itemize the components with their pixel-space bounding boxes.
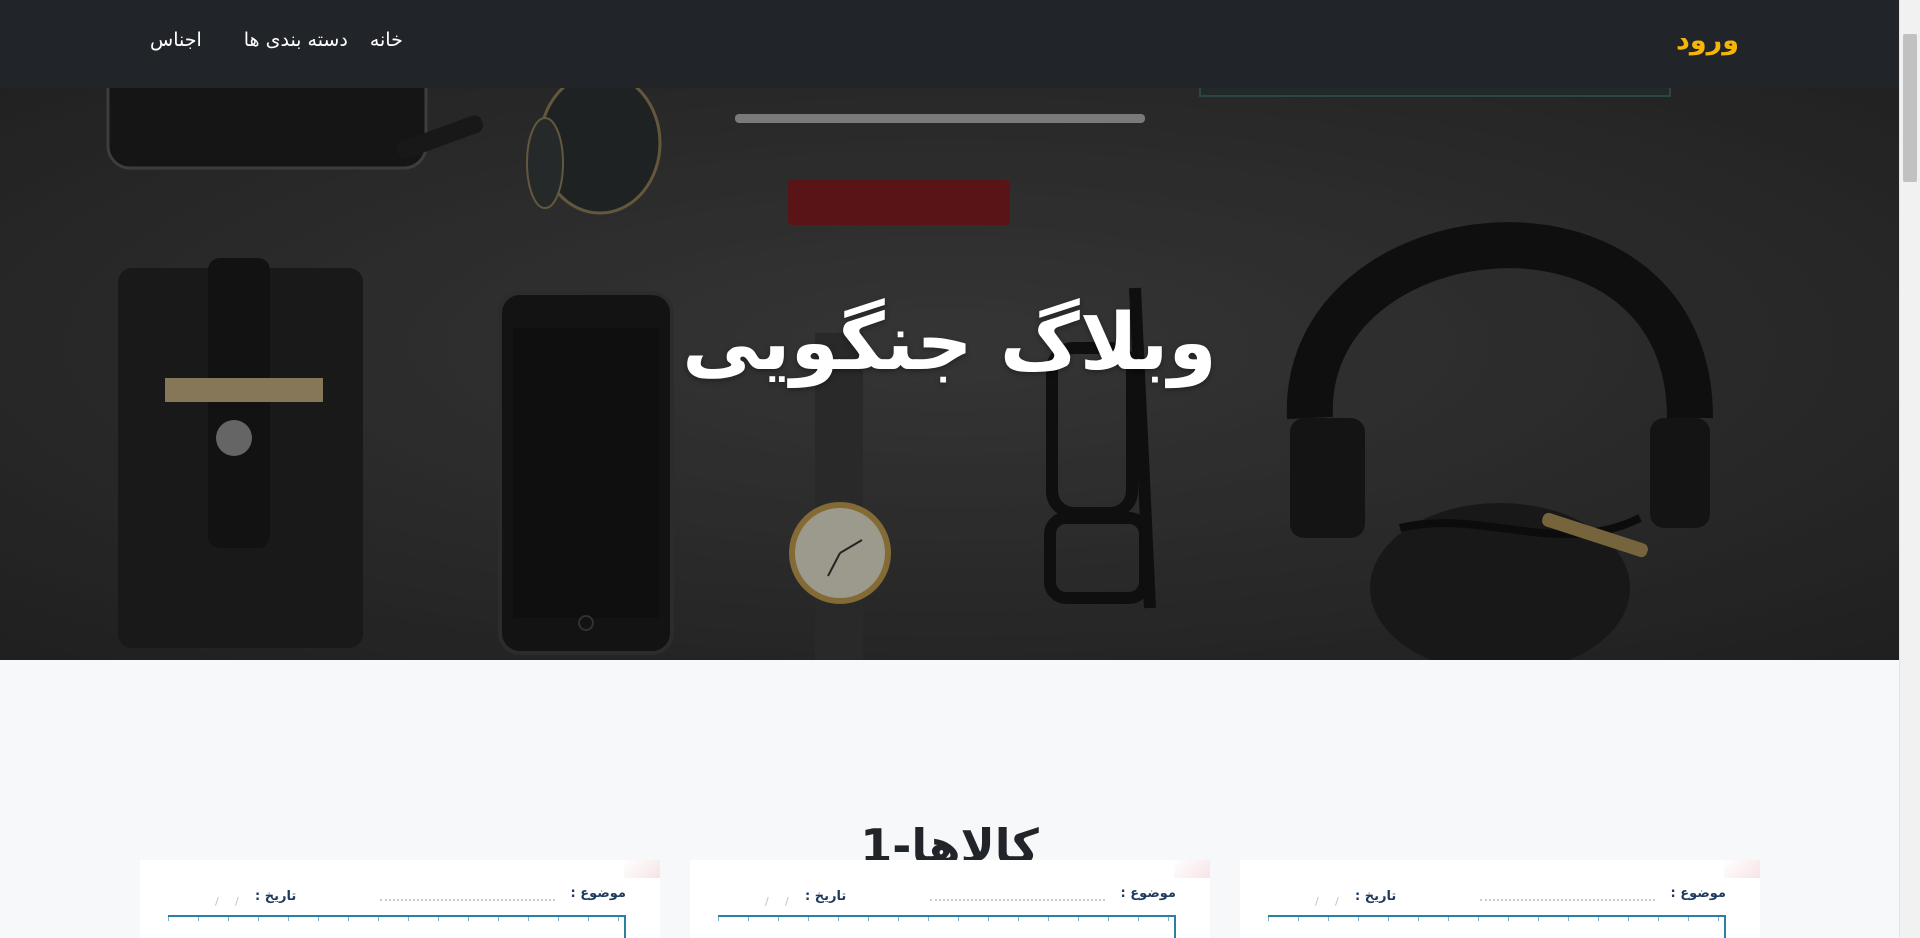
card-corner-decoration <box>1174 860 1210 878</box>
card-date-label: تاریخ : <box>255 889 297 904</box>
product-cards: موضوع : تاریخ : / / موضوع : تاریخ : / / … <box>0 860 1899 938</box>
card-ruler-edge <box>624 915 626 938</box>
date-slash: / <box>785 895 789 908</box>
card-corner-decoration <box>624 860 660 878</box>
card-date-label: تاریخ : <box>1355 889 1397 904</box>
date-slash: / <box>1315 895 1319 908</box>
date-slash: / <box>1335 895 1339 908</box>
product-card[interactable]: موضوع : تاریخ : / / <box>1240 860 1760 938</box>
nav-categories-link[interactable]: دسته بندی ها <box>244 29 348 51</box>
hero-title: وبلاگ جنگویی <box>682 298 1217 389</box>
product-card[interactable]: موضوع : تاریخ : / / <box>140 860 660 938</box>
login-link[interactable]: ورود <box>1676 25 1739 56</box>
card-topic-dotted-line <box>1480 899 1655 901</box>
card-ruler-edge <box>1174 915 1176 938</box>
card-ruler-ticks <box>718 915 1176 921</box>
card-topic-dotted-line <box>930 899 1105 901</box>
card-ruler-edge <box>1724 915 1726 938</box>
date-slash: / <box>215 895 219 908</box>
nav-products-link[interactable]: اجناس <box>150 29 202 51</box>
hero-banner: وبلاگ جنگویی <box>0 88 1899 660</box>
card-topic-dotted-line <box>380 899 555 901</box>
card-corner-decoration <box>1724 860 1760 878</box>
card-topic-label: موضوع : <box>570 886 626 901</box>
top-navbar: ورود خانه دسته بندی ها اجناس <box>0 0 1899 88</box>
nav-home-link[interactable]: خانه <box>370 29 403 51</box>
card-ruler-ticks <box>168 915 626 921</box>
vertical-scrollbar[interactable] <box>1899 0 1920 938</box>
nav-links: خانه دسته بندی ها اجناس <box>150 29 403 51</box>
page: ورود خانه دسته بندی ها اجناس وبلاگ جنگوی… <box>0 0 1899 938</box>
product-card[interactable]: موضوع : تاریخ : / / <box>690 860 1210 938</box>
date-slash: / <box>765 895 769 908</box>
card-ruler-ticks <box>1268 915 1726 921</box>
date-slash: / <box>235 895 239 908</box>
scrollbar-thumb[interactable] <box>1903 34 1917 182</box>
card-topic-label: موضوع : <box>1670 886 1726 901</box>
card-topic-label: موضوع : <box>1120 886 1176 901</box>
card-date-label: تاریخ : <box>805 889 847 904</box>
